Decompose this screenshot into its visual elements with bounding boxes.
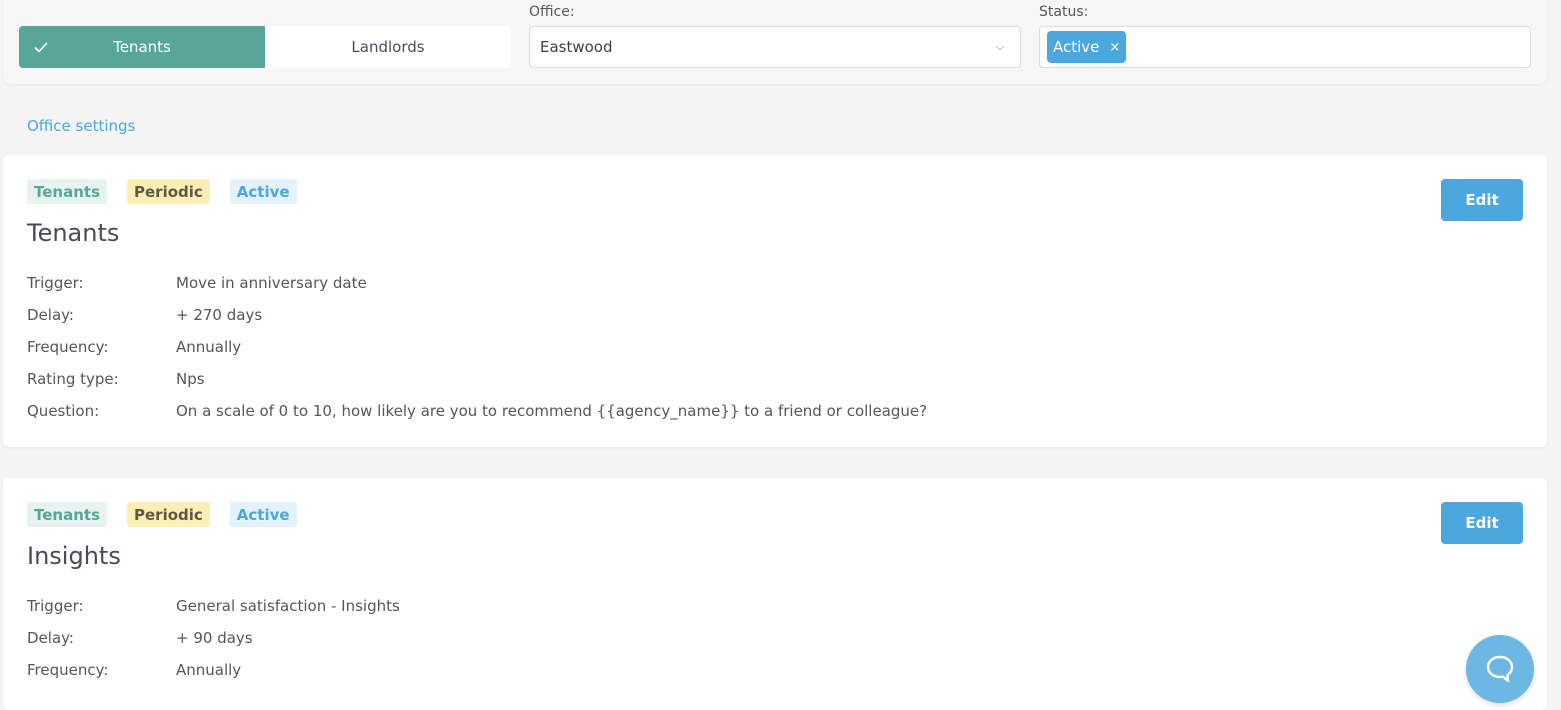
office-settings-link[interactable]: Office settings	[27, 117, 135, 135]
check-icon	[34, 42, 48, 53]
detail-value: + 270 days	[176, 306, 263, 324]
toggle-tenants-label: Tenants	[113, 38, 171, 56]
office-select[interactable]: Eastwood	[529, 26, 1021, 68]
detail-row: Question: On a scale of 0 to 10, how lik…	[27, 395, 927, 427]
detail-key: Trigger:	[27, 597, 84, 615]
detail-row: Frequency: Annually	[27, 654, 400, 686]
badge-group: Tenants Periodic Active	[27, 179, 297, 204]
chip-remove-icon[interactable]: ×	[1109, 40, 1120, 55]
chevron-down-icon	[995, 45, 1005, 51]
detail-key: Question:	[27, 402, 100, 420]
detail-value: + 90 days	[176, 629, 253, 647]
detail-key: Frequency:	[27, 338, 109, 356]
badge-status: Active	[229, 502, 297, 527]
audience-toggle: Tenants Landlords	[19, 26, 511, 68]
toggle-tenants[interactable]: Tenants	[19, 26, 265, 68]
status-label: Status:	[1039, 4, 1089, 20]
detail-value: Annually	[176, 661, 242, 679]
badge-type: Periodic	[127, 502, 210, 527]
badge-audience: Tenants	[27, 179, 107, 204]
toggle-landlords-label: Landlords	[351, 38, 425, 56]
office-select-value: Eastwood	[540, 38, 613, 56]
detail-key: Rating type:	[27, 370, 119, 388]
detail-row: Delay: + 90 days	[27, 622, 400, 654]
detail-row: Trigger: Move in anniversary date	[27, 267, 927, 299]
detail-row: Delay: + 270 days	[27, 299, 927, 331]
toggle-landlords[interactable]: Landlords	[265, 26, 511, 68]
chat-bubble-icon	[1486, 655, 1514, 683]
detail-value: Move in anniversary date	[176, 274, 367, 292]
status-chip-active: Active ×	[1047, 31, 1127, 63]
office-label: Office:	[529, 4, 575, 20]
survey-card: Tenants Periodic Active Edit Tenants Tri…	[3, 155, 1547, 447]
status-select[interactable]: Active ×	[1039, 26, 1531, 68]
card-title: Tenants	[27, 219, 120, 247]
detail-value: Annually	[176, 338, 242, 356]
detail-value: On a scale of 0 to 10, how likely are yo…	[176, 402, 928, 420]
detail-row: Trigger: General satisfaction - Insights	[27, 590, 400, 622]
edit-button[interactable]: Edit	[1441, 179, 1523, 221]
filter-bar: Tenants Landlords Office: Eastwood Statu…	[3, 0, 1547, 84]
survey-card: Tenants Periodic Active Edit Insights Tr…	[3, 478, 1547, 710]
badge-audience: Tenants	[27, 502, 107, 527]
badge-type: Periodic	[127, 179, 210, 204]
detail-value: Nps	[176, 370, 205, 388]
badge-status: Active	[229, 179, 297, 204]
edit-button[interactable]: Edit	[1441, 502, 1523, 544]
chat-launcher-button[interactable]	[1466, 635, 1534, 703]
detail-key: Delay:	[27, 629, 74, 647]
detail-list: Trigger: Move in anniversary date Delay:…	[27, 267, 927, 427]
detail-row: Rating type: Nps	[27, 363, 927, 395]
detail-value: General satisfaction - Insights	[176, 597, 400, 615]
detail-list: Trigger: General satisfaction - Insights…	[27, 590, 400, 686]
badge-group: Tenants Periodic Active	[27, 502, 297, 527]
card-title: Insights	[27, 542, 121, 570]
detail-key: Delay:	[27, 306, 74, 324]
status-chip-label: Active	[1053, 38, 1100, 56]
detail-key: Frequency:	[27, 661, 109, 679]
detail-key: Trigger:	[27, 274, 84, 292]
detail-row: Frequency: Annually	[27, 331, 927, 363]
